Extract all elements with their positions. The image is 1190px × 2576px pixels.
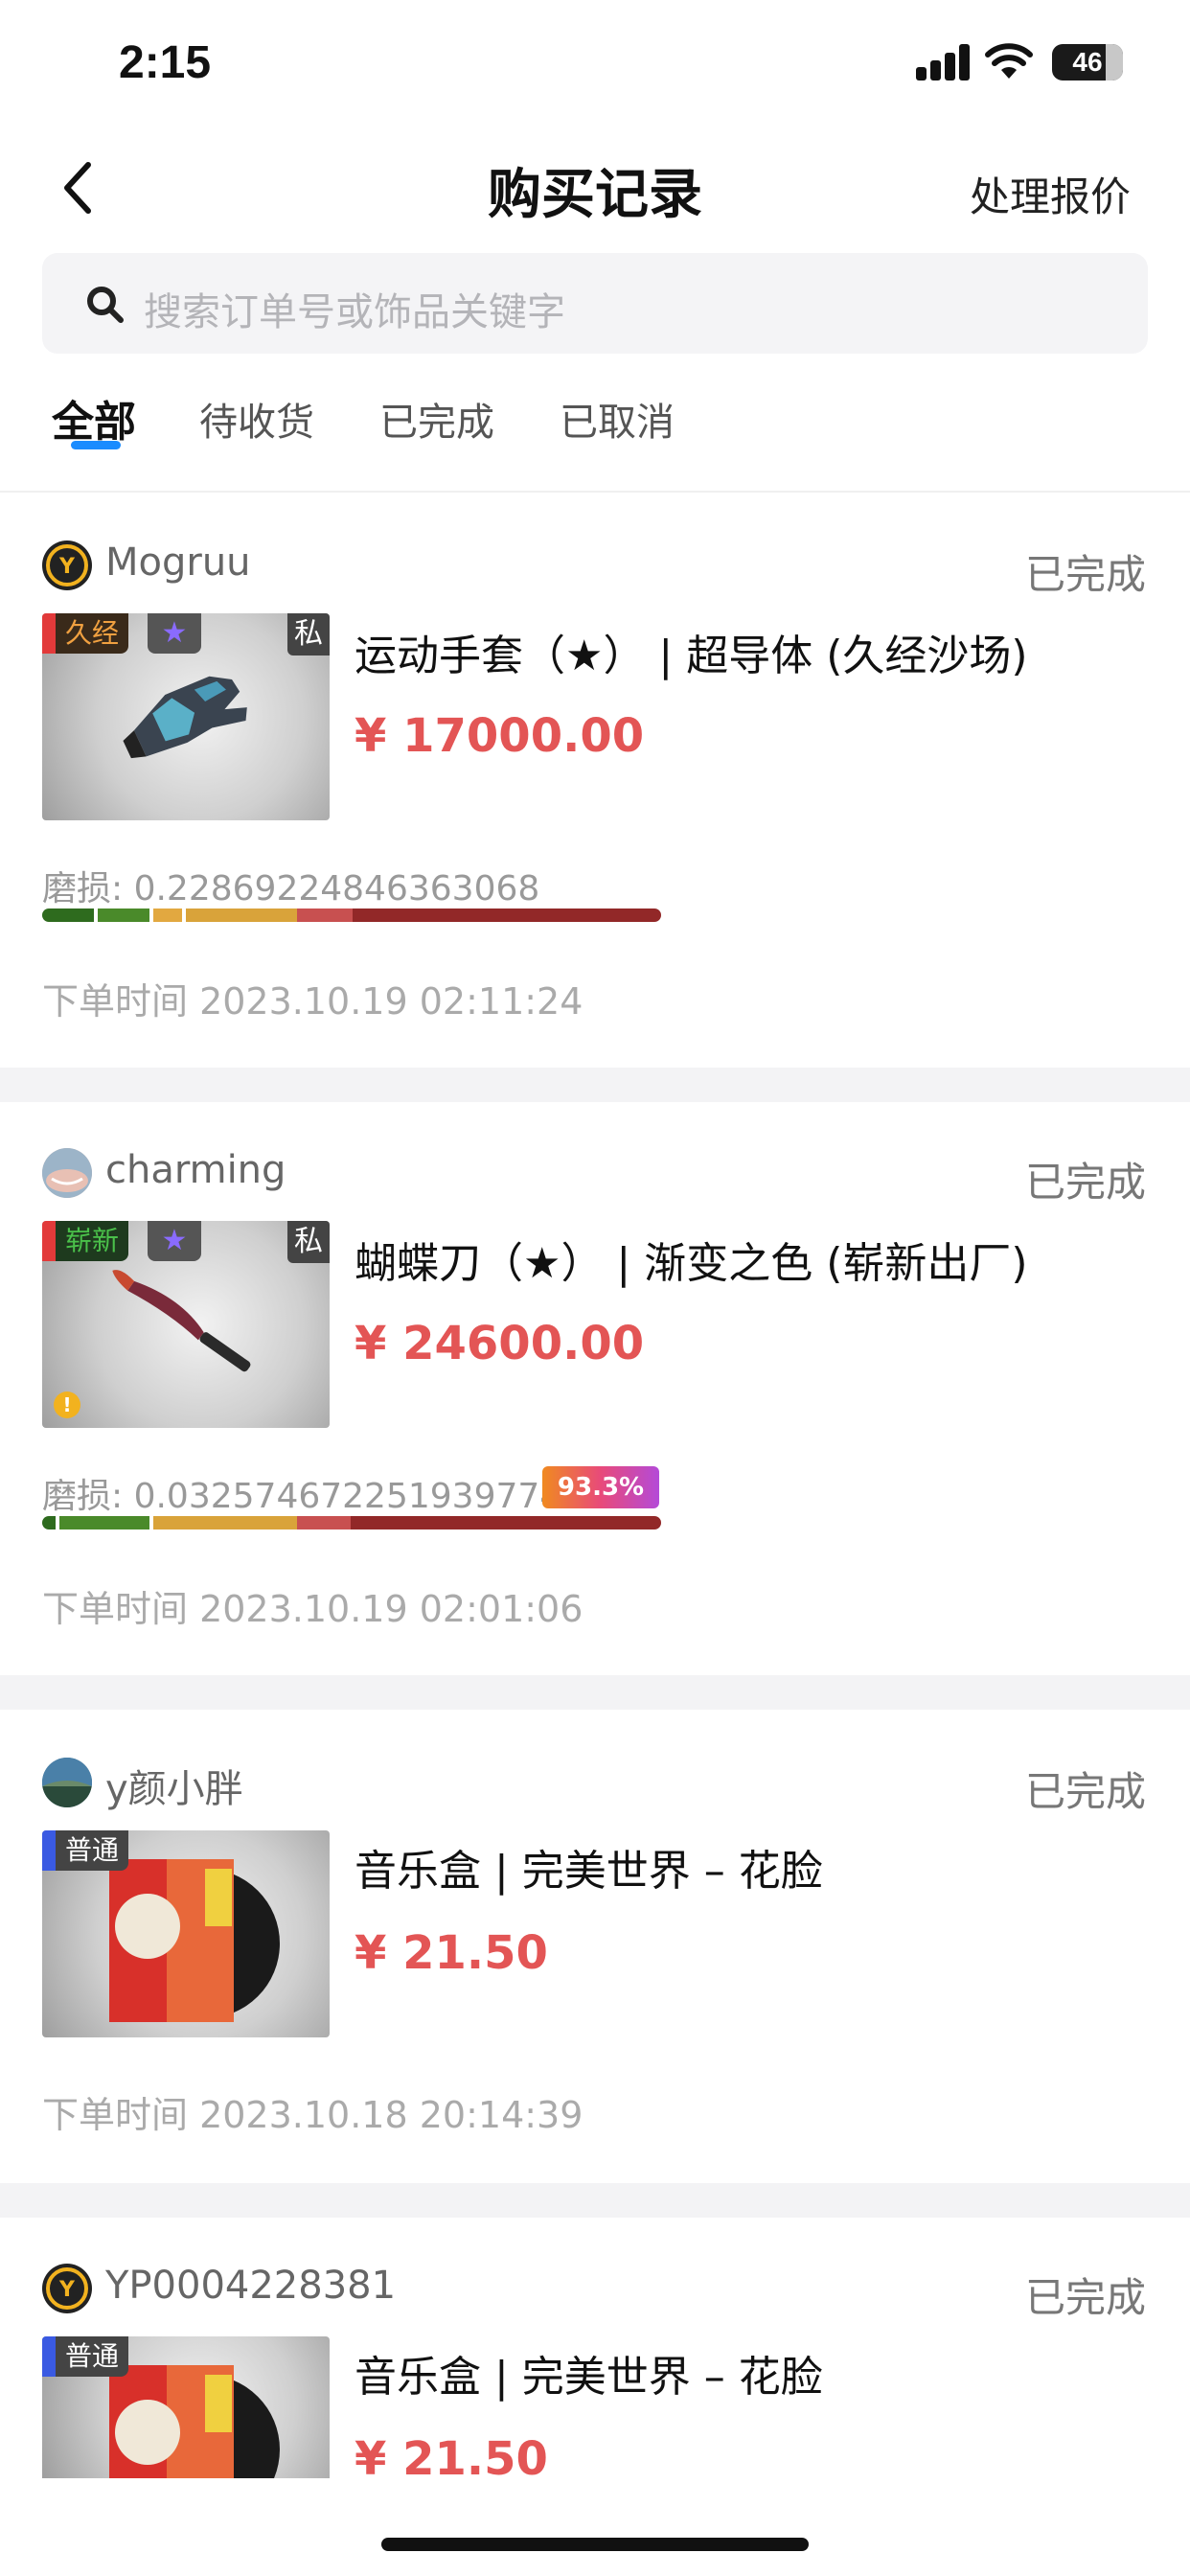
avatar[interactable] xyxy=(42,1758,92,1807)
star-icon: ★ xyxy=(148,613,201,654)
quality-tag: 久经 xyxy=(56,613,129,654)
quality-tag: 普通 xyxy=(56,1830,129,1871)
item-price: ¥ 24600.00 xyxy=(355,1317,645,1370)
avatar[interactable]: Y xyxy=(42,2264,92,2313)
wear-bar xyxy=(42,1516,661,1530)
card-separator xyxy=(0,1068,1190,1102)
order-status: 已完成 xyxy=(1024,1159,1146,1206)
card-separator xyxy=(0,2183,1190,2218)
seller-name[interactable]: charming xyxy=(105,1148,286,1192)
process-offers-link[interactable]: 处理报价 xyxy=(970,165,1131,223)
item-name[interactable]: 音乐盒 | 完美世界 – 花脸 xyxy=(355,1836,823,1898)
svg-text:Y: Y xyxy=(58,2278,76,2302)
seller-name[interactable]: y颜小胖 xyxy=(105,1758,243,1813)
home-indicator[interactable] xyxy=(381,2538,809,2551)
item-thumbnail[interactable]: 崭新 ★ 私 ! xyxy=(42,1221,330,1428)
rarity-marker xyxy=(42,613,56,654)
wear-value: 磨损: 0.22869224846363068 xyxy=(42,869,540,908)
seller-name[interactable]: Mogruu xyxy=(105,540,251,585)
avatar[interactable] xyxy=(42,1148,92,1198)
order-time: 下单时间 2023.10.19 02:01:06 xyxy=(42,1588,584,1630)
quality-tag: 普通 xyxy=(56,2336,129,2377)
order-status: 已完成 xyxy=(1024,551,1146,598)
wifi-icon xyxy=(985,43,1033,79)
search-icon xyxy=(87,287,124,323)
item-thumbnail[interactable]: 普通 xyxy=(42,2336,330,2478)
rarity-marker xyxy=(42,2336,56,2377)
active-tab-indicator xyxy=(71,441,121,449)
item-price: ¥ 17000.00 xyxy=(355,709,645,763)
tab-completed[interactable]: 已完成 xyxy=(379,391,494,447)
item-thumbnail[interactable]: 普通 xyxy=(42,1830,330,2037)
wear-value: 磨损: 0.032574672251939774 xyxy=(42,1477,562,1516)
cellular-signal-icon xyxy=(916,44,970,80)
tab-all[interactable]: 全部 xyxy=(52,387,136,448)
item-price: ¥ 21.50 xyxy=(355,1926,548,1980)
item-name[interactable]: 音乐盒 | 完美世界 – 花脸 xyxy=(355,2342,823,2404)
star-icon: ★ xyxy=(148,1221,201,1261)
item-name[interactable]: 运动手套（★） | 超导体 (久经沙场) xyxy=(355,621,1028,682)
quality-tag: 崭新 xyxy=(56,1221,129,1261)
item-thumbnail[interactable]: 久经 ★ 私 xyxy=(42,613,330,820)
order-time: 下单时间 2023.10.18 20:14:39 xyxy=(42,2094,584,2136)
private-badge: 私 xyxy=(287,613,330,656)
wear-rank-badge: 93.3% xyxy=(542,1466,659,1508)
avatar[interactable]: Y xyxy=(42,540,92,590)
order-status: 已完成 xyxy=(1024,2274,1146,2321)
divider xyxy=(0,491,1190,493)
order-time: 下单时间 2023.10.19 02:11:24 xyxy=(42,980,584,1023)
rarity-marker xyxy=(42,1830,56,1871)
warning-icon: ! xyxy=(54,1392,80,1418)
order-status: 已完成 xyxy=(1024,1768,1146,1815)
wear-bar xyxy=(42,908,661,922)
rarity-marker xyxy=(42,1221,56,1261)
tab-cancelled[interactable]: 已取消 xyxy=(560,391,675,447)
card-separator xyxy=(0,1675,1190,1710)
tab-pending-receipt[interactable]: 待收货 xyxy=(199,391,314,447)
status-time: 2:15 xyxy=(119,37,212,88)
search-input[interactable]: 搜索订单号或饰品关键字 xyxy=(144,281,565,336)
seller-name[interactable]: YP0004228381 xyxy=(105,2264,396,2308)
private-badge: 私 xyxy=(287,1221,330,1263)
bottom-safe-area xyxy=(0,2478,1190,2576)
item-name[interactable]: 蝴蝶刀（★） | 渐变之色 (崭新出厂) xyxy=(355,1229,1028,1290)
battery-indicator: 46 xyxy=(1052,44,1123,80)
svg-text:Y: Y xyxy=(58,555,76,579)
